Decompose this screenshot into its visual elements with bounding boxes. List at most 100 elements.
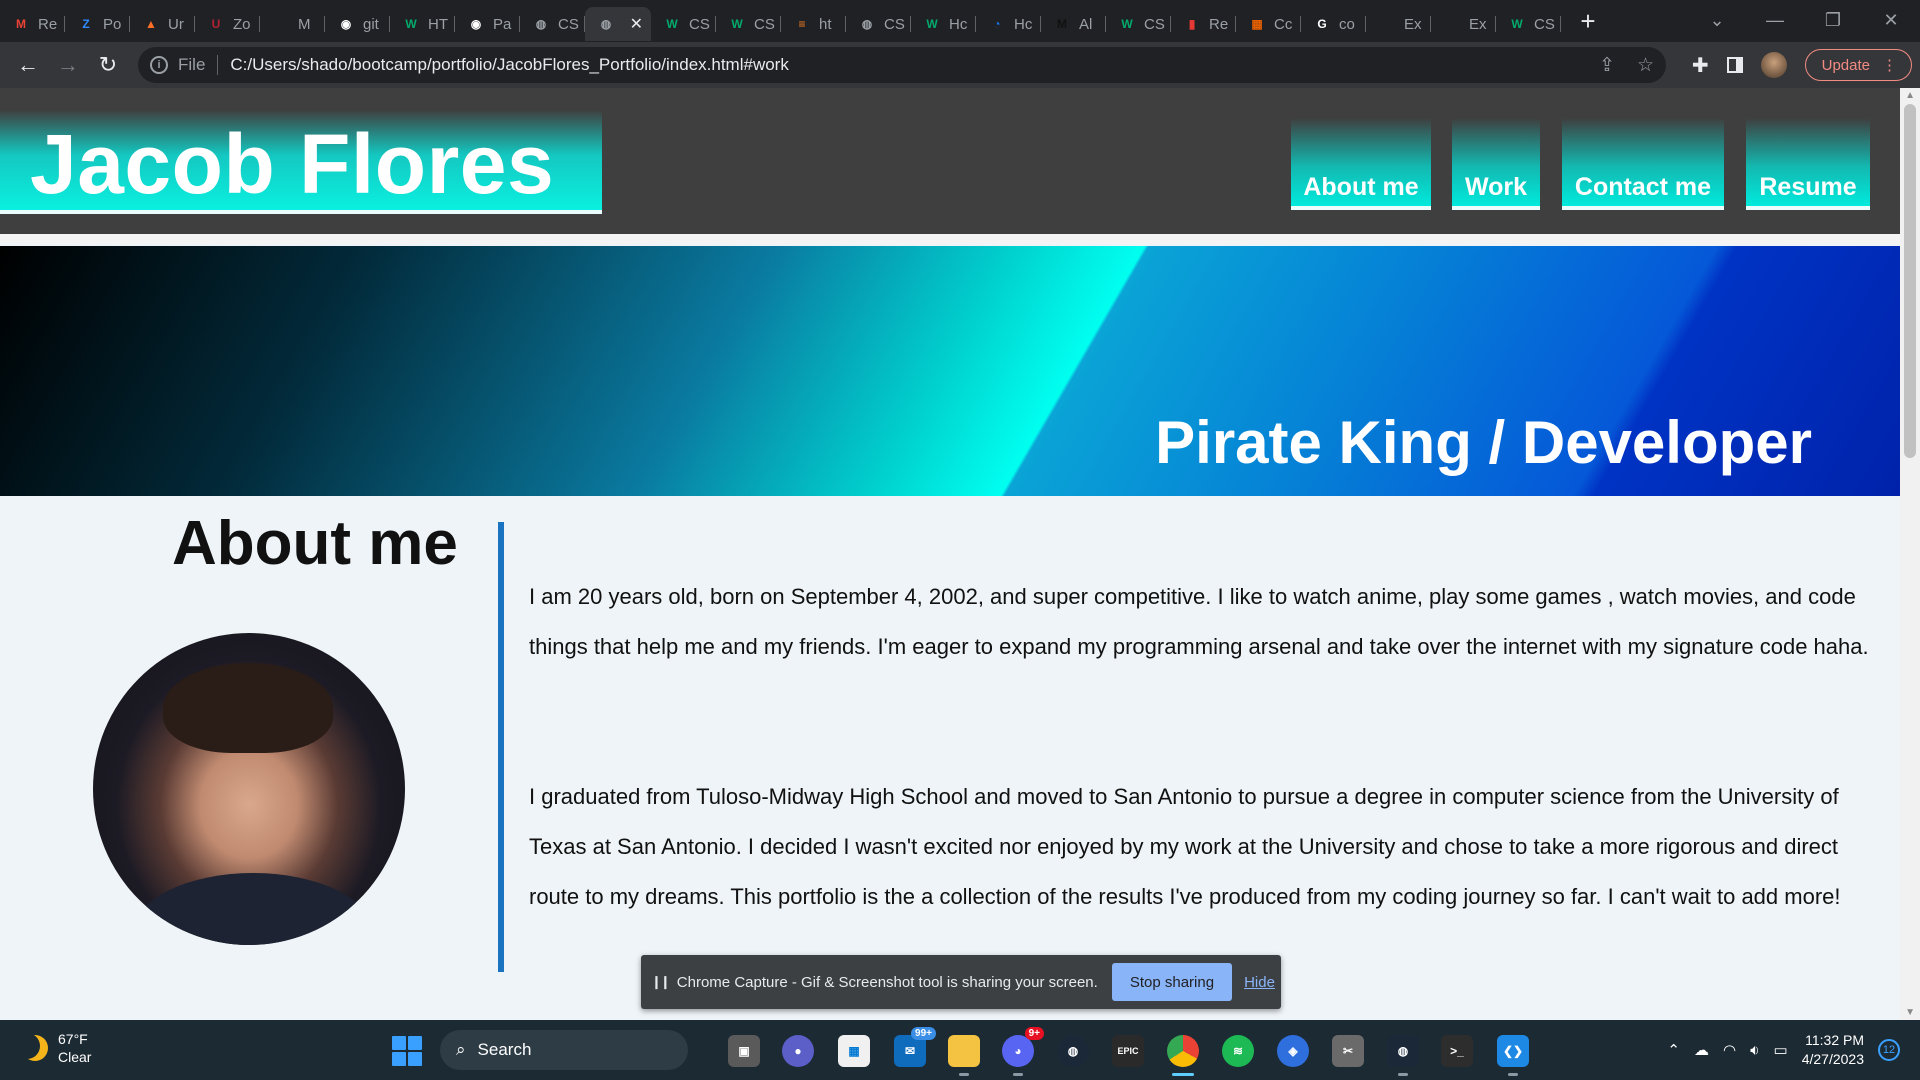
browser-tab[interactable]: W CS bbox=[1106, 7, 1171, 41]
scrollbar-thumb[interactable] bbox=[1904, 104, 1916, 458]
stackoverflow-icon: ≡ bbox=[798, 17, 806, 31]
tab-label: Ex bbox=[1469, 15, 1487, 33]
scroll-down-arrow-icon[interactable]: ▼ bbox=[1905, 1007, 1915, 1018]
browser-tab[interactable]: · M bbox=[260, 7, 325, 41]
reload-icon[interactable]: ↻ bbox=[88, 52, 128, 78]
epic-games-icon[interactable]: EPIC bbox=[1112, 1035, 1144, 1067]
browser-tab[interactable]: U Zo bbox=[195, 7, 260, 41]
info-icon[interactable]: i bbox=[150, 56, 168, 74]
browser-tab[interactable]: W HT bbox=[390, 7, 455, 41]
browser-tab[interactable]: ◉ Pa bbox=[455, 7, 520, 41]
address-bar-actions: ⇪ ☆ bbox=[1599, 47, 1654, 83]
browser-tab[interactable]: ◍ CS bbox=[520, 7, 585, 41]
gaming-services-icon[interactable]: ◈ bbox=[1277, 1035, 1309, 1067]
spotify-icon[interactable]: ≋ bbox=[1222, 1035, 1254, 1067]
browser-tab[interactable]: ≡ ht bbox=[781, 7, 846, 41]
terminal-icon[interactable]: >_ bbox=[1441, 1035, 1473, 1067]
file-explorer-icon[interactable] bbox=[948, 1035, 980, 1067]
browser-tab[interactable]: Z Po bbox=[65, 7, 130, 41]
browser-tab[interactable]: ◍ ✕ bbox=[585, 7, 651, 41]
m-icon: M bbox=[1057, 17, 1067, 31]
weather-widget[interactable]: 67°F Clear bbox=[22, 1030, 91, 1066]
start-icon[interactable] bbox=[392, 1036, 422, 1066]
tray-overflow-icon[interactable]: ⌃ bbox=[1667, 1041, 1680, 1059]
bookmark-star-icon[interactable]: ☆ bbox=[1637, 54, 1654, 77]
teams-chat-icon[interactable]: ● bbox=[782, 1035, 814, 1067]
forward-icon[interactable]: → bbox=[48, 52, 88, 78]
browser-tab[interactable]: ◔ Hc bbox=[976, 7, 1041, 41]
task-view-icon[interactable]: ▣ bbox=[728, 1035, 760, 1067]
scroll-up-arrow-icon[interactable]: ▲ bbox=[1905, 90, 1915, 101]
vscode-icon[interactable]: ❮❯ bbox=[1497, 1035, 1529, 1067]
browser-tab[interactable]: ◉ git bbox=[325, 7, 390, 41]
browser-tab[interactable]: W CS bbox=[1496, 7, 1561, 41]
browser-tab[interactable]: ▦ Cc bbox=[1236, 7, 1301, 41]
tab-label: Cc bbox=[1274, 15, 1293, 33]
browser-tab[interactable]: ✚ Ex bbox=[1366, 7, 1431, 41]
update-button[interactable]: Update ⋮ bbox=[1804, 49, 1912, 81]
browser-tab[interactable]: W Hc bbox=[911, 7, 976, 41]
tab-search-icon[interactable]: ⌄ bbox=[1688, 10, 1746, 31]
address-bar[interactable]: i File C:/Users/shado/bootcamp/portfolio… bbox=[138, 47, 1666, 83]
mail-badge: 99+ bbox=[911, 1027, 936, 1040]
browser-tab[interactable]: W CS bbox=[651, 7, 716, 41]
side-panel-icon[interactable] bbox=[1726, 57, 1743, 73]
browser-tab[interactable]: M Re bbox=[0, 7, 65, 41]
wifi-icon[interactable]: ◠ bbox=[1723, 1041, 1736, 1059]
zoom-icon: Z bbox=[82, 17, 90, 31]
nav-about-me[interactable]: About me bbox=[1291, 118, 1431, 210]
new-tab-icon[interactable]: + bbox=[1575, 6, 1601, 37]
w3schools-icon: W bbox=[731, 17, 743, 31]
tab-label: HT bbox=[428, 15, 448, 33]
chrome-icon[interactable] bbox=[1167, 1035, 1199, 1067]
clock[interactable]: 11:32 PM 4/27/2023 bbox=[1802, 1031, 1864, 1069]
browser-tab[interactable]: Gco bbox=[1301, 7, 1366, 41]
minimize-icon[interactable]: — bbox=[1746, 10, 1804, 31]
browser-tab[interactable]: ▮ Re bbox=[1171, 7, 1236, 41]
url-text[interactable]: C:/Users/shado/bootcamp/portfolio/JacobF… bbox=[230, 55, 788, 75]
nav-contact-me[interactable]: Contact me bbox=[1562, 118, 1724, 210]
tab-label: CS bbox=[689, 15, 710, 33]
volume-icon[interactable]: 🔉︎ bbox=[1750, 1042, 1759, 1059]
steam-running-indicator bbox=[1398, 1073, 1408, 1076]
scrollbar[interactable]: ▲ ▼ bbox=[1900, 88, 1920, 1020]
nav-work[interactable]: Work bbox=[1452, 118, 1540, 210]
hide-link[interactable]: Hide bbox=[1244, 974, 1275, 991]
about-paragraph-2: I graduated from Tuloso-Midway High Scho… bbox=[529, 784, 1841, 909]
store-icon[interactable]: ▦ bbox=[838, 1035, 870, 1067]
steam-icon[interactable]: ◍ bbox=[1057, 1035, 1089, 1067]
steam-client-icon[interactable]: ◍ bbox=[1387, 1035, 1419, 1067]
tab-label: co bbox=[1339, 15, 1355, 33]
mail-icon[interactable]: ✉ 99+ bbox=[894, 1027, 936, 1067]
back-icon[interactable]: ← bbox=[8, 52, 48, 78]
nav-resume[interactable]: Resume bbox=[1746, 118, 1870, 210]
photo-shirt bbox=[133, 873, 373, 945]
onedrive-icon[interactable]: ☁ bbox=[1694, 1041, 1709, 1059]
stop-sharing-button[interactable]: Stop sharing bbox=[1111, 963, 1233, 1001]
restore-icon[interactable]: ❐ bbox=[1804, 10, 1862, 31]
notification-badge[interactable]: 12 bbox=[1878, 1039, 1900, 1061]
browser-tab[interactable]: ✚ Ex bbox=[1431, 7, 1496, 41]
battery-icon[interactable]: ▭ bbox=[1774, 1041, 1788, 1059]
w3schools-icon: W bbox=[1511, 17, 1523, 31]
discord-badge: 9+ bbox=[1024, 1027, 1044, 1040]
snipping-tool-icon[interactable]: ✂ bbox=[1332, 1035, 1364, 1067]
w3schools-icon: W bbox=[1121, 17, 1133, 31]
browser-tab[interactable]: M Al bbox=[1041, 7, 1106, 41]
profile-photo bbox=[93, 633, 405, 945]
browser-tab[interactable]: ◍ CS bbox=[846, 7, 911, 41]
extensions-icon[interactable]: ✚ bbox=[1692, 53, 1709, 78]
tab-label: ht bbox=[819, 15, 832, 33]
share-icon[interactable]: ⇪ bbox=[1599, 54, 1615, 77]
tab-label: Hc bbox=[949, 15, 968, 33]
discord-icon[interactable]: ◕ 9+ bbox=[1002, 1027, 1044, 1067]
explorer-running-indicator bbox=[959, 1073, 969, 1076]
search-icon: ⌕ bbox=[456, 1040, 466, 1059]
browser-tab[interactable]: ▲ Ur bbox=[130, 7, 195, 41]
close-window-icon[interactable]: ✕ bbox=[1862, 10, 1920, 31]
close-tab-icon[interactable]: ✕ bbox=[630, 14, 643, 34]
taskbar-search[interactable]: ⌕ Search bbox=[440, 1030, 688, 1070]
profile-avatar[interactable] bbox=[1760, 52, 1787, 78]
menu-dots-icon: ⋮ bbox=[1882, 57, 1897, 74]
browser-tab[interactable]: W CS bbox=[716, 7, 781, 41]
